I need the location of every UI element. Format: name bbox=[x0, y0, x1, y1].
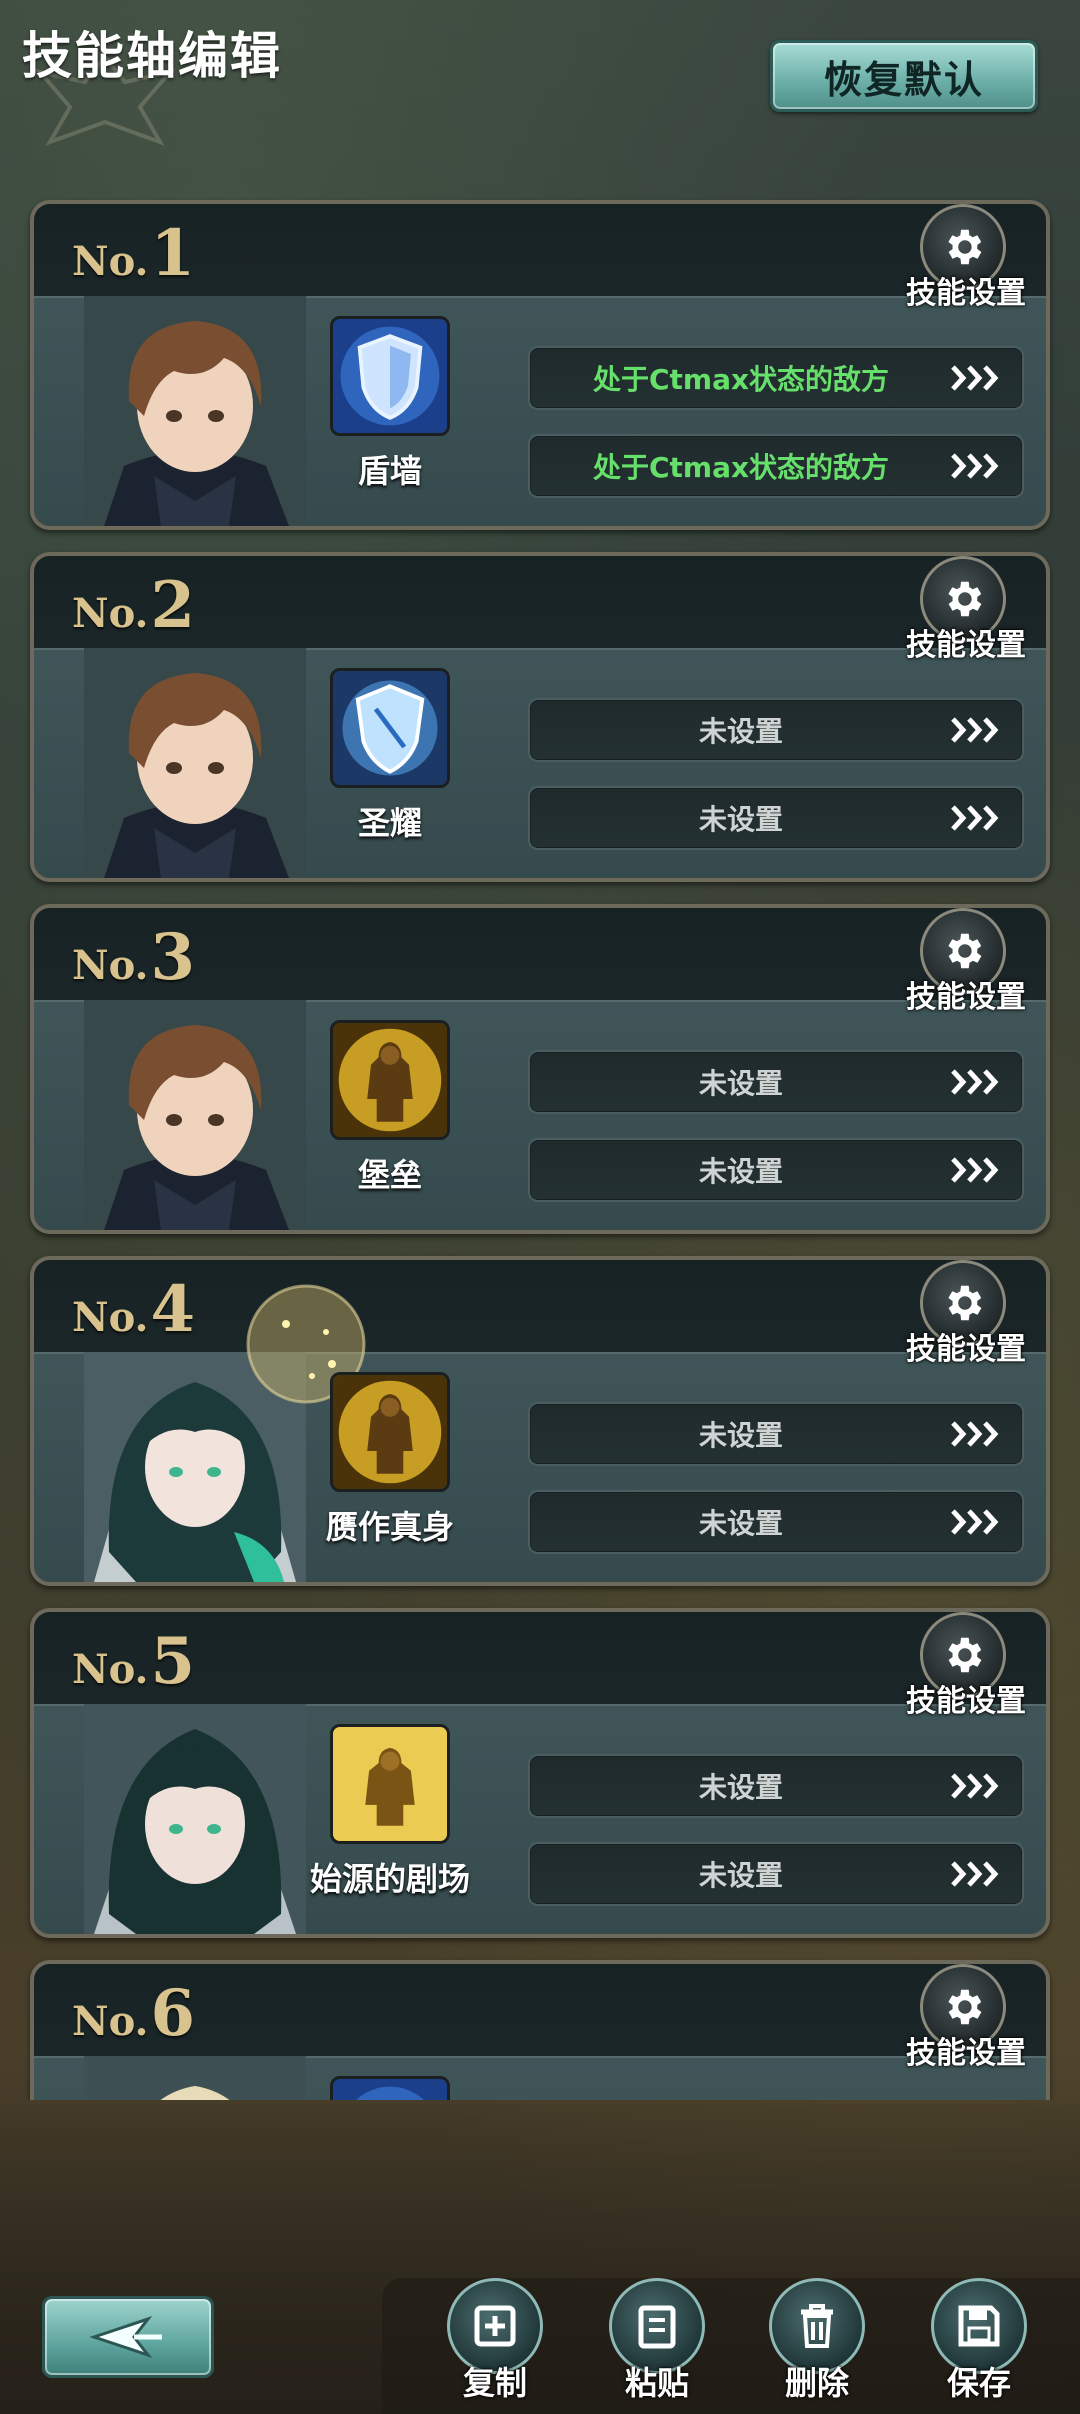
skill-card-3: No. 3 技能设置 堡垒 未设置 未设置 bbox=[30, 904, 1050, 1234]
triple-chevron-right-icon bbox=[932, 436, 1022, 496]
trash-icon bbox=[801, 2304, 833, 2348]
skill-settings-label: 技能设置 bbox=[906, 980, 1026, 1015]
condition-text: 未设置 bbox=[698, 1155, 783, 1188]
golden-knight-skill-icon[interactable] bbox=[330, 1020, 450, 1140]
target-condition-slot-1[interactable]: 未设置 bbox=[528, 1050, 1024, 1114]
skill-name: 堡垒 bbox=[357, 1156, 422, 1194]
triple-chevron-right-icon bbox=[932, 1756, 1022, 1816]
triple-chevron-right-icon bbox=[932, 788, 1022, 848]
gear-icon bbox=[948, 1989, 982, 2025]
gear-icon bbox=[948, 1285, 982, 1321]
target-condition-slot-1[interactable]: 处于Ctmax状态的敌方 bbox=[528, 346, 1024, 410]
condition-text: 未设置 bbox=[698, 1507, 783, 1540]
character-portrait bbox=[84, 648, 306, 878]
target-condition-slot-2[interactable]: 未设置 bbox=[528, 1138, 1024, 1202]
shield-skill-icon[interactable] bbox=[330, 2076, 450, 2100]
gear-icon bbox=[948, 1637, 982, 1673]
character-portrait bbox=[84, 296, 306, 526]
paste-icon bbox=[638, 2305, 676, 2349]
golden-knight-skill-icon[interactable] bbox=[330, 1372, 450, 1492]
copy-button[interactable]: 复制 bbox=[440, 2278, 550, 2408]
golden-theater-skill-icon[interactable] bbox=[330, 1724, 450, 1844]
skill-name: 赝作真身 bbox=[325, 1508, 454, 1546]
skill-settings-label: 技能设置 bbox=[906, 1332, 1026, 1367]
back-button[interactable] bbox=[42, 2296, 214, 2378]
condition-text: 未设置 bbox=[698, 715, 783, 748]
card-number: No. 6 bbox=[72, 1976, 195, 2051]
triple-chevron-right-icon bbox=[932, 1844, 1022, 1904]
restore-default-button[interactable]: 恢复默认 bbox=[770, 40, 1038, 112]
skill-card-4: No. 4 技能设置 赝作真身 未设置 未设置 bbox=[30, 1256, 1050, 1586]
skill-name: 盾墙 bbox=[357, 452, 422, 490]
target-condition-slot-2[interactable]: 未设置 bbox=[528, 786, 1024, 850]
copy-icon bbox=[474, 2305, 516, 2347]
character-portrait bbox=[84, 1704, 306, 1934]
triple-chevron-right-icon bbox=[932, 1052, 1022, 1112]
target-condition-slot-1[interactable]: 未设置 bbox=[528, 1754, 1024, 1818]
condition-text: 未设置 bbox=[698, 1859, 783, 1892]
target-condition-slot-2[interactable]: 未设置 bbox=[528, 1490, 1024, 1554]
target-condition-slot-2[interactable]: 未设置 bbox=[528, 1842, 1024, 1906]
card-number: No. 4 bbox=[72, 1272, 195, 1347]
triple-chevron-right-icon bbox=[932, 700, 1022, 760]
skill-name: 圣耀 bbox=[357, 804, 422, 842]
condition-text: 处于Ctmax状态的敌方 bbox=[592, 363, 890, 396]
skill-card-list[interactable]: No. 1 技能设置 盾墙 处于Ctmax状态的敌方 处于Ctmax状态的敌方 … bbox=[0, 180, 1080, 2100]
holy-shield-skill-icon[interactable] bbox=[330, 668, 450, 788]
condition-text: 处于Ctmax状态的敌方 bbox=[592, 451, 890, 484]
triple-chevron-right-icon bbox=[932, 1492, 1022, 1552]
condition-text: 未设置 bbox=[698, 1067, 783, 1100]
triple-chevron-right-icon bbox=[932, 1404, 1022, 1464]
condition-text: 未设置 bbox=[698, 1419, 783, 1452]
triple-chevron-right-icon bbox=[932, 1140, 1022, 1200]
save-icon bbox=[958, 2305, 1000, 2347]
skill-card-1: No. 1 技能设置 盾墙 处于Ctmax状态的敌方 处于Ctmax状态的敌方 bbox=[30, 200, 1050, 530]
skill-card-6: No. 6 技能设置 bbox=[30, 1960, 1050, 2100]
condition-text: 未设置 bbox=[698, 803, 783, 836]
condition-text: 未设置 bbox=[698, 1771, 783, 1804]
delete-button[interactable]: 删除 bbox=[762, 2278, 872, 2408]
skill-name: 始源的剧场 bbox=[309, 1860, 470, 1898]
character-portrait bbox=[84, 1000, 306, 1230]
character-portrait bbox=[84, 2056, 306, 2100]
skill-settings-label: 技能设置 bbox=[906, 276, 1026, 311]
gear-icon bbox=[948, 229, 982, 265]
skill-settings-label: 技能设置 bbox=[906, 1684, 1026, 1719]
target-condition-slot-1[interactable]: 未设置 bbox=[528, 698, 1024, 762]
target-condition-slot-2[interactable]: 处于Ctmax状态的敌方 bbox=[528, 434, 1024, 498]
paste-button[interactable]: 粘贴 bbox=[602, 2278, 712, 2408]
shield-skill-icon[interactable] bbox=[330, 316, 450, 436]
card-number: No. 3 bbox=[72, 920, 195, 995]
card-number: No. 5 bbox=[72, 1624, 195, 1699]
skill-card-5: No. 5 技能设置 始源的剧场 未设置 未设置 bbox=[30, 1608, 1050, 1938]
skill-settings-label: 技能设置 bbox=[906, 2036, 1026, 2071]
header: 技能轴编辑 恢复默认 bbox=[0, 0, 1080, 170]
card-number: No. 1 bbox=[72, 216, 195, 291]
page-title: 技能轴编辑 bbox=[22, 27, 282, 85]
skill-card-2: No. 2 技能设置 圣耀 未设置 未设置 bbox=[30, 552, 1050, 882]
card-number: No. 2 bbox=[72, 568, 195, 643]
save-button[interactable]: 保存 bbox=[924, 2278, 1034, 2408]
back-arrow-icon bbox=[89, 2316, 162, 2358]
gear-icon bbox=[948, 581, 982, 617]
gear-icon bbox=[948, 933, 982, 969]
target-condition-slot-1[interactable]: 未设置 bbox=[528, 1402, 1024, 1466]
skill-settings-label: 技能设置 bbox=[906, 628, 1026, 663]
triple-chevron-right-icon bbox=[932, 348, 1022, 408]
